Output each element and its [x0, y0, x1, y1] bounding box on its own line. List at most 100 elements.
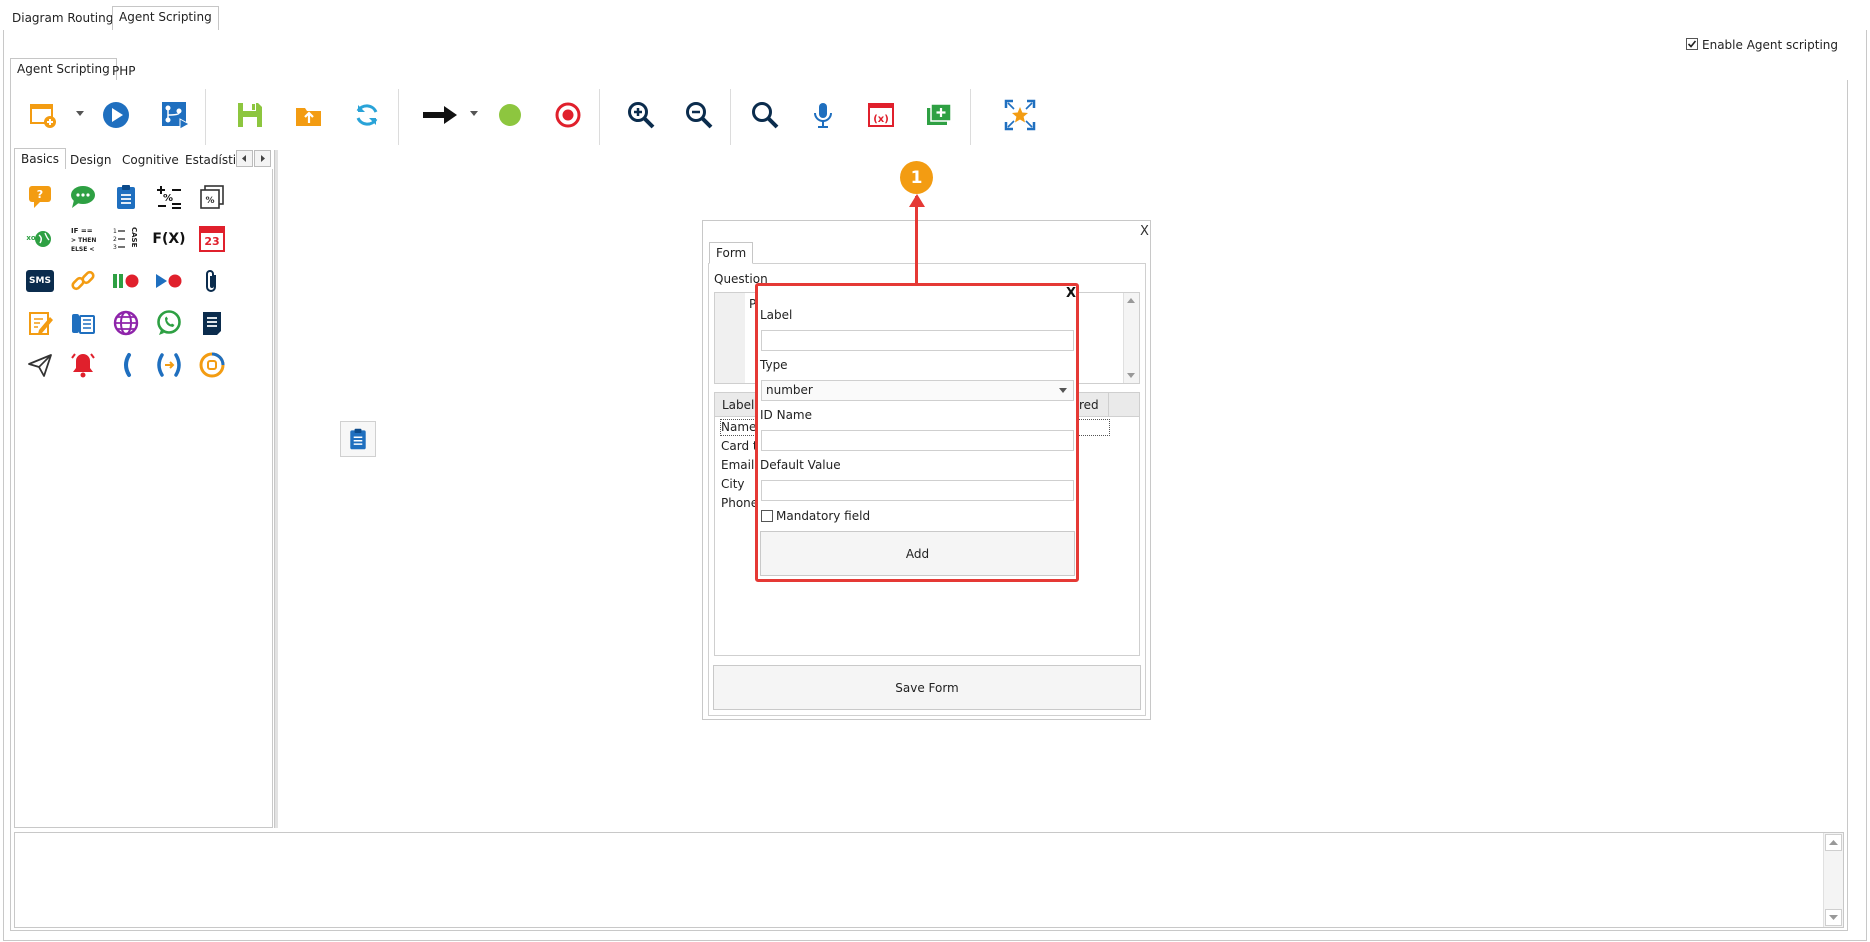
microphone-icon[interactable] — [802, 94, 844, 136]
svg-text:%: % — [205, 196, 214, 206]
toolbar-separator — [205, 89, 206, 145]
end-node-icon[interactable] — [547, 94, 589, 136]
dropdown-icon[interactable] — [70, 104, 90, 124]
canvas-clipboard-node[interactable] — [340, 421, 376, 457]
start-node-icon[interactable] — [489, 94, 531, 136]
function-fx-icon[interactable]: F(X) — [152, 222, 186, 256]
if-then-else-icon[interactable]: IF == > THEN ELSE < — [66, 222, 100, 256]
variable-icon[interactable]: (x) — [860, 94, 902, 136]
zoom-in-icon[interactable] — [620, 94, 662, 136]
svg-text:%: % — [163, 193, 173, 204]
flow-run-icon[interactable] — [154, 94, 196, 136]
svg-text:(x): (x) — [873, 114, 889, 125]
label-input[interactable] — [761, 330, 1074, 351]
fx-label: F(X) — [152, 231, 186, 247]
calendar-icon[interactable]: 23 — [195, 222, 229, 256]
question-bubble-icon[interactable]: ? — [23, 180, 57, 214]
default-value-input[interactable] — [761, 480, 1074, 501]
sms-icon[interactable]: SMS — [23, 264, 57, 298]
type-select[interactable]: number — [761, 380, 1074, 401]
palette-scroll-right-button[interactable] — [254, 150, 271, 167]
document-list-icon[interactable] — [195, 306, 229, 340]
toolbar-separator — [599, 89, 600, 145]
svg-text:ELSE <: ELSE < — [71, 246, 94, 253]
web-service-icon[interactable]: xo — [23, 222, 57, 256]
palette-tab-basics[interactable]: Basics — [14, 148, 67, 170]
svg-text:?: ? — [37, 188, 43, 201]
toolbar-separator — [970, 89, 971, 145]
add-button[interactable]: Add — [760, 531, 1075, 576]
enable-agent-scripting-label: Enable Agent scripting — [1702, 38, 1839, 52]
tab-diagram-routing[interactable]: Diagram Routing — [6, 8, 119, 30]
output-scrollbar[interactable] — [1823, 833, 1843, 927]
svg-text:2: 2 — [113, 236, 117, 243]
type-field-label: Type — [760, 358, 788, 372]
toolbar-separator — [730, 89, 731, 145]
phone-directory-icon[interactable] — [66, 306, 100, 340]
panel-splitter[interactable] — [274, 150, 278, 828]
table-row[interactable]: Phone — [721, 496, 758, 510]
attachment-icon[interactable] — [195, 264, 229, 298]
pause-record-icon[interactable] — [109, 264, 143, 298]
play-icon[interactable] — [95, 94, 137, 136]
question-scrollbar[interactable] — [1123, 293, 1139, 383]
call-transfer-icon[interactable] — [152, 348, 186, 382]
default-value-field-label: Default Value — [760, 458, 841, 472]
open-folder-icon[interactable] — [288, 94, 330, 136]
chevron-left-icon — [242, 155, 246, 162]
mandatory-field-label: Mandatory field — [776, 509, 871, 523]
callout-badge: 1 — [900, 161, 933, 194]
save-icon[interactable] — [229, 94, 271, 136]
enable-agent-scripting-checkbox[interactable] — [1686, 38, 1698, 50]
scroll-down-button[interactable] — [1825, 909, 1842, 926]
zoom-out-icon[interactable] — [678, 94, 720, 136]
send-icon[interactable] — [23, 348, 57, 382]
save-form-button[interactable]: Save Form — [713, 665, 1141, 710]
tab-agent-scripting[interactable]: Agent Scripting — [112, 6, 219, 31]
alarm-bell-icon[interactable] — [66, 348, 100, 382]
arrow-connector-icon[interactable] — [420, 94, 460, 136]
call-icon[interactable] — [109, 348, 143, 382]
table-row[interactable]: City — [721, 477, 745, 491]
palette-scroll-left-button[interactable] — [236, 150, 253, 167]
add-folder-icon[interactable] — [918, 94, 960, 136]
idname-field-label: ID Name — [760, 408, 812, 422]
table-row[interactable]: Card t — [721, 439, 758, 453]
scroll-up-button[interactable] — [1825, 834, 1842, 851]
table-row[interactable]: Name — [721, 420, 756, 434]
form-tab[interactable]: Form — [709, 242, 754, 264]
toolbar-separator — [398, 89, 399, 145]
link-icon[interactable] — [66, 264, 100, 298]
add-field-close-button[interactable]: X — [1066, 286, 1076, 301]
search-icon[interactable] — [744, 94, 786, 136]
clipboard-icon[interactable] — [109, 180, 143, 214]
call-queue-icon[interactable] — [195, 348, 229, 382]
whatsapp-icon[interactable] — [152, 306, 186, 340]
callout-number: 1 — [910, 167, 923, 188]
new-diagram-icon[interactable] — [22, 94, 64, 136]
callout-line — [915, 196, 918, 283]
chat-bubble-icon[interactable] — [66, 180, 100, 214]
svg-text:> THEN: > THEN — [71, 237, 96, 244]
play-record-icon[interactable] — [152, 264, 186, 298]
svg-text:xo: xo — [26, 234, 36, 242]
percent-window-icon[interactable]: % — [195, 180, 229, 214]
svg-text:1: 1 — [113, 228, 117, 235]
case-switch-icon[interactable]: 1 2 3 CASE — [109, 222, 143, 256]
table-row[interactable]: Email — [721, 458, 754, 472]
svg-text:IF ==: IF == — [71, 227, 93, 235]
chevron-right-icon — [261, 155, 265, 162]
idname-input[interactable] — [761, 430, 1074, 451]
math-operations-icon[interactable]: % — [152, 180, 186, 214]
chevron-down-icon — [1059, 388, 1067, 393]
fit-screen-icon[interactable] — [999, 94, 1041, 136]
form-dialog-close-button[interactable]: X — [1140, 224, 1149, 239]
dropdown-icon[interactable] — [464, 104, 484, 124]
svg-text:CASE: CASE — [130, 227, 138, 248]
globe-icon[interactable] — [109, 306, 143, 340]
callout-arrowhead — [909, 194, 925, 207]
mandatory-field-checkbox[interactable] — [761, 510, 773, 522]
edit-note-icon[interactable] — [23, 306, 57, 340]
refresh-icon[interactable] — [346, 94, 388, 136]
tab-agent-scripting-sub[interactable]: Agent Scripting — [10, 58, 117, 81]
